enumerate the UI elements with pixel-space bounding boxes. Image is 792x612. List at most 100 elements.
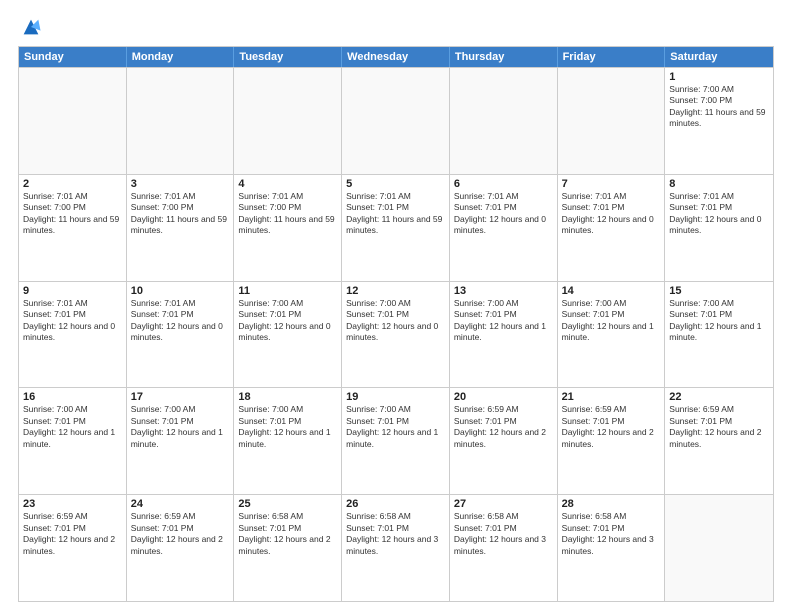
day-info: Sunrise: 6:59 AM Sunset: 7:01 PM Dayligh… xyxy=(454,404,553,450)
calendar-cell: 25Sunrise: 6:58 AM Sunset: 7:01 PM Dayli… xyxy=(234,495,342,601)
day-info: Sunrise: 6:58 AM Sunset: 7:01 PM Dayligh… xyxy=(454,511,553,557)
day-number: 19 xyxy=(346,391,445,403)
day-info: Sunrise: 7:01 AM Sunset: 7:01 PM Dayligh… xyxy=(562,191,661,237)
day-info: Sunrise: 7:01 AM Sunset: 7:01 PM Dayligh… xyxy=(346,191,445,237)
day-number: 18 xyxy=(238,391,337,403)
day-number: 9 xyxy=(23,285,122,297)
day-number: 16 xyxy=(23,391,122,403)
calendar-cell xyxy=(342,68,450,174)
calendar-cell: 28Sunrise: 6:58 AM Sunset: 7:01 PM Dayli… xyxy=(558,495,666,601)
cal-header-cell: Monday xyxy=(127,47,235,67)
cal-header-cell: Thursday xyxy=(450,47,558,67)
calendar-week: 9Sunrise: 7:01 AM Sunset: 7:01 PM Daylig… xyxy=(19,281,773,388)
calendar-cell xyxy=(234,68,342,174)
day-info: Sunrise: 7:00 AM Sunset: 7:01 PM Dayligh… xyxy=(131,404,230,450)
calendar-cell: 1Sunrise: 7:00 AM Sunset: 7:00 PM Daylig… xyxy=(665,68,773,174)
day-number: 25 xyxy=(238,498,337,510)
day-info: Sunrise: 7:01 AM Sunset: 7:01 PM Dayligh… xyxy=(131,298,230,344)
calendar-cell: 10Sunrise: 7:01 AM Sunset: 7:01 PM Dayli… xyxy=(127,282,235,388)
calendar-cell xyxy=(558,68,666,174)
header xyxy=(18,16,774,38)
logo xyxy=(18,16,42,38)
calendar-cell: 8Sunrise: 7:01 AM Sunset: 7:01 PM Daylig… xyxy=(665,175,773,281)
day-info: Sunrise: 7:00 AM Sunset: 7:00 PM Dayligh… xyxy=(669,84,769,130)
day-number: 26 xyxy=(346,498,445,510)
day-info: Sunrise: 6:58 AM Sunset: 7:01 PM Dayligh… xyxy=(562,511,661,557)
day-info: Sunrise: 7:00 AM Sunset: 7:01 PM Dayligh… xyxy=(238,298,337,344)
day-number: 28 xyxy=(562,498,661,510)
day-info: Sunrise: 6:59 AM Sunset: 7:01 PM Dayligh… xyxy=(669,404,769,450)
calendar-week: 16Sunrise: 7:00 AM Sunset: 7:01 PM Dayli… xyxy=(19,387,773,494)
calendar-cell: 26Sunrise: 6:58 AM Sunset: 7:01 PM Dayli… xyxy=(342,495,450,601)
day-number: 11 xyxy=(238,285,337,297)
calendar-cell: 16Sunrise: 7:00 AM Sunset: 7:01 PM Dayli… xyxy=(19,388,127,494)
day-info: Sunrise: 7:01 AM Sunset: 7:00 PM Dayligh… xyxy=(23,191,122,237)
calendar-week: 1Sunrise: 7:00 AM Sunset: 7:00 PM Daylig… xyxy=(19,67,773,174)
day-info: Sunrise: 7:01 AM Sunset: 7:00 PM Dayligh… xyxy=(238,191,337,237)
day-info: Sunrise: 7:01 AM Sunset: 7:01 PM Dayligh… xyxy=(454,191,553,237)
calendar-cell: 27Sunrise: 6:58 AM Sunset: 7:01 PM Dayli… xyxy=(450,495,558,601)
calendar-cell: 17Sunrise: 7:00 AM Sunset: 7:01 PM Dayli… xyxy=(127,388,235,494)
day-number: 14 xyxy=(562,285,661,297)
calendar-week: 23Sunrise: 6:59 AM Sunset: 7:01 PM Dayli… xyxy=(19,494,773,601)
day-info: Sunrise: 7:00 AM Sunset: 7:01 PM Dayligh… xyxy=(346,404,445,450)
calendar: SundayMondayTuesdayWednesdayThursdayFrid… xyxy=(18,46,774,602)
calendar-cell: 7Sunrise: 7:01 AM Sunset: 7:01 PM Daylig… xyxy=(558,175,666,281)
calendar-cell: 21Sunrise: 6:59 AM Sunset: 7:01 PM Dayli… xyxy=(558,388,666,494)
cal-header-cell: Sunday xyxy=(19,47,127,67)
day-number: 3 xyxy=(131,178,230,190)
cal-header-cell: Tuesday xyxy=(234,47,342,67)
calendar-cell: 24Sunrise: 6:59 AM Sunset: 7:01 PM Dayli… xyxy=(127,495,235,601)
day-info: Sunrise: 6:59 AM Sunset: 7:01 PM Dayligh… xyxy=(23,511,122,557)
day-number: 22 xyxy=(669,391,769,403)
calendar-cell: 20Sunrise: 6:59 AM Sunset: 7:01 PM Dayli… xyxy=(450,388,558,494)
day-info: Sunrise: 6:58 AM Sunset: 7:01 PM Dayligh… xyxy=(346,511,445,557)
page: SundayMondayTuesdayWednesdayThursdayFrid… xyxy=(0,0,792,612)
day-number: 21 xyxy=(562,391,661,403)
calendar-cell xyxy=(19,68,127,174)
day-number: 17 xyxy=(131,391,230,403)
calendar-cell: 2Sunrise: 7:01 AM Sunset: 7:00 PM Daylig… xyxy=(19,175,127,281)
calendar-cell: 3Sunrise: 7:01 AM Sunset: 7:00 PM Daylig… xyxy=(127,175,235,281)
day-info: Sunrise: 7:00 AM Sunset: 7:01 PM Dayligh… xyxy=(346,298,445,344)
day-number: 27 xyxy=(454,498,553,510)
cal-header-cell: Saturday xyxy=(665,47,773,67)
calendar-cell: 15Sunrise: 7:00 AM Sunset: 7:01 PM Dayli… xyxy=(665,282,773,388)
logo-icon xyxy=(20,16,42,38)
day-number: 15 xyxy=(669,285,769,297)
calendar-cell: 5Sunrise: 7:01 AM Sunset: 7:01 PM Daylig… xyxy=(342,175,450,281)
day-number: 8 xyxy=(669,178,769,190)
day-info: Sunrise: 7:00 AM Sunset: 7:01 PM Dayligh… xyxy=(238,404,337,450)
calendar-cell xyxy=(665,495,773,601)
day-info: Sunrise: 7:01 AM Sunset: 7:01 PM Dayligh… xyxy=(669,191,769,237)
calendar-cell: 18Sunrise: 7:00 AM Sunset: 7:01 PM Dayli… xyxy=(234,388,342,494)
calendar-cell xyxy=(127,68,235,174)
day-number: 5 xyxy=(346,178,445,190)
calendar-header-row: SundayMondayTuesdayWednesdayThursdayFrid… xyxy=(19,47,773,67)
calendar-cell: 9Sunrise: 7:01 AM Sunset: 7:01 PM Daylig… xyxy=(19,282,127,388)
calendar-body: 1Sunrise: 7:00 AM Sunset: 7:00 PM Daylig… xyxy=(19,67,773,601)
day-info: Sunrise: 6:59 AM Sunset: 7:01 PM Dayligh… xyxy=(131,511,230,557)
cal-header-cell: Wednesday xyxy=(342,47,450,67)
calendar-cell: 14Sunrise: 7:00 AM Sunset: 7:01 PM Dayli… xyxy=(558,282,666,388)
day-number: 12 xyxy=(346,285,445,297)
calendar-cell: 4Sunrise: 7:01 AM Sunset: 7:00 PM Daylig… xyxy=(234,175,342,281)
day-info: Sunrise: 6:59 AM Sunset: 7:01 PM Dayligh… xyxy=(562,404,661,450)
calendar-cell: 12Sunrise: 7:00 AM Sunset: 7:01 PM Dayli… xyxy=(342,282,450,388)
calendar-cell: 11Sunrise: 7:00 AM Sunset: 7:01 PM Dayli… xyxy=(234,282,342,388)
day-number: 23 xyxy=(23,498,122,510)
day-number: 20 xyxy=(454,391,553,403)
calendar-cell xyxy=(450,68,558,174)
day-info: Sunrise: 7:00 AM Sunset: 7:01 PM Dayligh… xyxy=(454,298,553,344)
day-info: Sunrise: 7:00 AM Sunset: 7:01 PM Dayligh… xyxy=(562,298,661,344)
day-number: 4 xyxy=(238,178,337,190)
day-info: Sunrise: 7:01 AM Sunset: 7:00 PM Dayligh… xyxy=(131,191,230,237)
calendar-cell: 23Sunrise: 6:59 AM Sunset: 7:01 PM Dayli… xyxy=(19,495,127,601)
day-number: 24 xyxy=(131,498,230,510)
day-number: 6 xyxy=(454,178,553,190)
calendar-cell: 22Sunrise: 6:59 AM Sunset: 7:01 PM Dayli… xyxy=(665,388,773,494)
calendar-cell: 13Sunrise: 7:00 AM Sunset: 7:01 PM Dayli… xyxy=(450,282,558,388)
day-info: Sunrise: 7:00 AM Sunset: 7:01 PM Dayligh… xyxy=(669,298,769,344)
day-info: Sunrise: 7:01 AM Sunset: 7:01 PM Dayligh… xyxy=(23,298,122,344)
day-info: Sunrise: 7:00 AM Sunset: 7:01 PM Dayligh… xyxy=(23,404,122,450)
